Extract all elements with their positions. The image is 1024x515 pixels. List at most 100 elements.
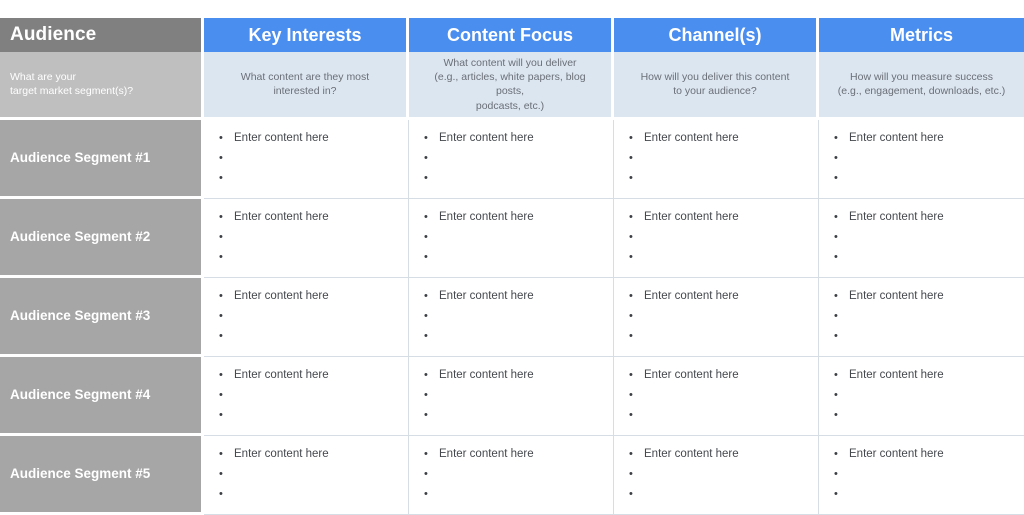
bullet-list: Enter content here: [622, 207, 812, 267]
content-cell[interactable]: Enter content here: [204, 356, 409, 436]
bullet-item[interactable]: [212, 484, 402, 504]
audience-segment-cell[interactable]: Audience Segment #1: [0, 119, 204, 199]
bullet-item[interactable]: [622, 168, 812, 188]
bullet-item[interactable]: Enter content here: [212, 207, 402, 227]
content-cell[interactable]: Enter content here: [204, 198, 409, 278]
bullet-item[interactable]: [417, 484, 607, 504]
bullet-item[interactable]: Enter content here: [212, 128, 402, 148]
bullet-item[interactable]: [212, 464, 402, 484]
bullet-item[interactable]: Enter content here: [212, 444, 402, 464]
bullet-item[interactable]: [417, 306, 607, 326]
bullet-item[interactable]: [212, 247, 402, 267]
bullet-item[interactable]: Enter content here: [827, 365, 1018, 385]
bullet-item[interactable]: [827, 148, 1018, 168]
bullet-item[interactable]: [417, 247, 607, 267]
audience-segment-cell[interactable]: Audience Segment #2: [0, 198, 204, 278]
content-cell[interactable]: Enter content here: [204, 435, 409, 515]
bullet-item[interactable]: [827, 405, 1018, 425]
content-cell[interactable]: Enter content here: [409, 198, 614, 278]
content-cell[interactable]: Enter content here: [614, 119, 819, 199]
bullet-item[interactable]: [827, 247, 1018, 267]
column-header-metrics: Metrics: [819, 18, 1024, 52]
audience-segment-cell[interactable]: Audience Segment #5: [0, 435, 204, 515]
bullet-item[interactable]: [622, 484, 812, 504]
bullet-item[interactable]: Enter content here: [212, 365, 402, 385]
bullet-list: Enter content here: [827, 286, 1018, 346]
bullet-item[interactable]: [827, 227, 1018, 247]
bullet-item[interactable]: Enter content here: [622, 128, 812, 148]
bullet-item[interactable]: Enter content here: [622, 207, 812, 227]
bullet-item[interactable]: Enter content here: [622, 286, 812, 306]
bullet-item[interactable]: [827, 385, 1018, 405]
bullet-item[interactable]: [417, 227, 607, 247]
bullet-item[interactable]: [417, 385, 607, 405]
table-row: Audience Segment #2 Enter content here Ent…: [0, 198, 1024, 278]
bullet-item[interactable]: [622, 247, 812, 267]
column-subheader-audience: What are your target market segment(s)?: [0, 52, 204, 117]
content-cell[interactable]: Enter content here: [614, 435, 819, 515]
bullet-list: Enter content here: [622, 286, 812, 346]
content-cell[interactable]: Enter content here: [819, 119, 1024, 199]
audience-segment-cell[interactable]: Audience Segment #4: [0, 356, 204, 436]
bullet-item[interactable]: [827, 464, 1018, 484]
bullet-item[interactable]: [417, 326, 607, 346]
content-cell[interactable]: Enter content here: [409, 277, 614, 357]
bullet-item[interactable]: [622, 464, 812, 484]
bullet-item[interactable]: [622, 227, 812, 247]
content-cell[interactable]: Enter content here: [819, 356, 1024, 436]
bullet-list: Enter content here: [622, 365, 812, 425]
content-cell[interactable]: Enter content here: [204, 277, 409, 357]
bullet-item[interactable]: [417, 405, 607, 425]
bullet-item[interactable]: [417, 464, 607, 484]
bullet-item[interactable]: [212, 148, 402, 168]
bullet-item[interactable]: [827, 326, 1018, 346]
bullet-item[interactable]: Enter content here: [417, 444, 607, 464]
content-cell[interactable]: Enter content here: [614, 356, 819, 436]
column-header-channels-label: Channel(s): [668, 24, 762, 45]
bullet-item[interactable]: [622, 405, 812, 425]
bullet-list: Enter content here: [212, 365, 402, 425]
bullet-item[interactable]: Enter content here: [212, 286, 402, 306]
content-cell[interactable]: Enter content here: [819, 277, 1024, 357]
bullet-list: Enter content here: [212, 207, 402, 267]
bullet-item[interactable]: Enter content here: [827, 444, 1018, 464]
bullet-item[interactable]: Enter content here: [417, 128, 607, 148]
bullet-item[interactable]: Enter content here: [827, 128, 1018, 148]
audience-segment-cell[interactable]: Audience Segment #3: [0, 277, 204, 357]
bullet-item[interactable]: Enter content here: [417, 286, 607, 306]
bullet-item[interactable]: [212, 227, 402, 247]
content-cell[interactable]: Enter content here: [409, 356, 614, 436]
bullet-item[interactable]: [417, 148, 607, 168]
bullet-item[interactable]: Enter content here: [827, 286, 1018, 306]
bullet-item[interactable]: [827, 484, 1018, 504]
bullet-item[interactable]: [212, 405, 402, 425]
bullet-list: Enter content here: [622, 128, 812, 188]
bullet-item[interactable]: [622, 326, 812, 346]
content-cell[interactable]: Enter content here: [204, 119, 409, 199]
bullet-item[interactable]: [827, 168, 1018, 188]
bullet-item[interactable]: Enter content here: [417, 365, 607, 385]
column-header-audience-label: Audience: [10, 24, 97, 45]
bullet-item[interactable]: Enter content here: [622, 365, 812, 385]
bullet-item[interactable]: [622, 385, 812, 405]
content-cell[interactable]: Enter content here: [409, 435, 614, 515]
content-cell[interactable]: Enter content here: [614, 277, 819, 357]
content-cell[interactable]: Enter content here: [819, 198, 1024, 278]
content-cell[interactable]: Enter content here: [614, 198, 819, 278]
bullet-item[interactable]: [212, 326, 402, 346]
bullet-item[interactable]: [622, 148, 812, 168]
content-cell[interactable]: Enter content here: [819, 435, 1024, 515]
subheader-line: How will you deliver this content: [640, 71, 790, 84]
bullet-item[interactable]: [622, 306, 812, 326]
bullet-item[interactable]: [827, 306, 1018, 326]
bullet-item[interactable]: [212, 306, 402, 326]
bullet-item[interactable]: Enter content here: [417, 207, 607, 227]
audience-segment-label: Audience Segment #4: [10, 387, 151, 403]
bullet-item[interactable]: [212, 385, 402, 405]
bullet-item[interactable]: Enter content here: [827, 207, 1018, 227]
bullet-item[interactable]: [212, 168, 402, 188]
bullet-item[interactable]: Enter content here: [622, 444, 812, 464]
content-cell[interactable]: Enter content here: [409, 119, 614, 199]
audience-segment-label: Audience Segment #2: [10, 229, 151, 245]
bullet-item[interactable]: [417, 168, 607, 188]
